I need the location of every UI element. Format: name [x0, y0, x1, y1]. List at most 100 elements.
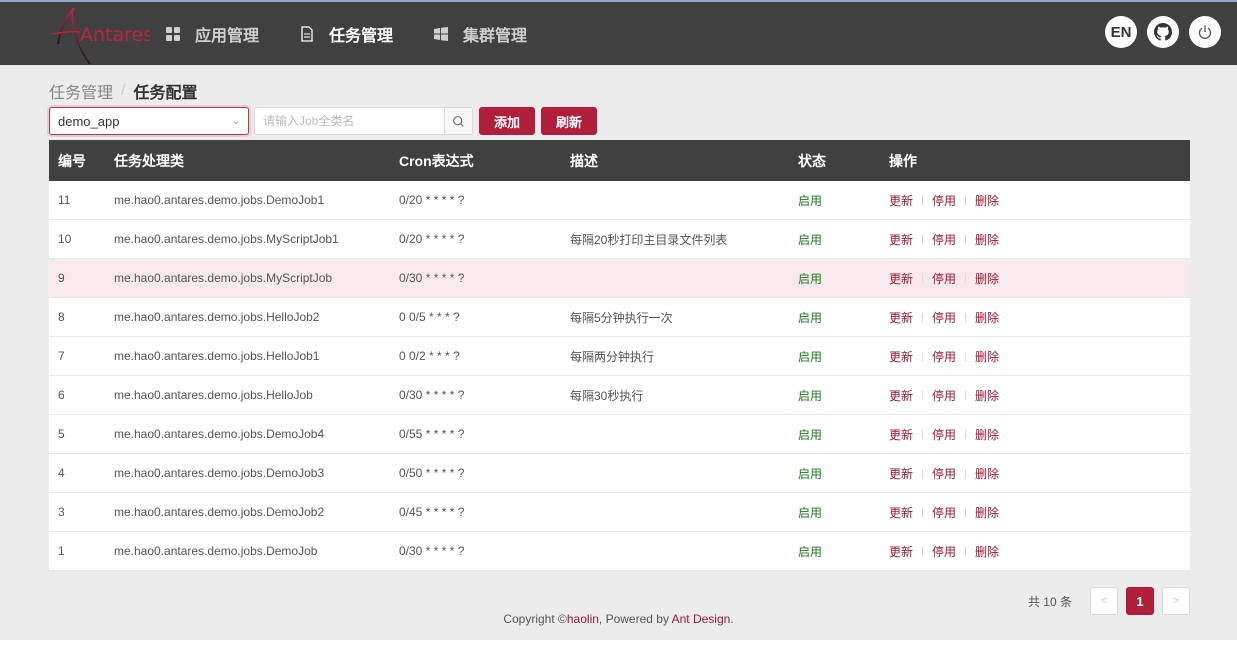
nav-app-management[interactable]: 应用管理	[165, 22, 259, 46]
job-actions: 更新 停用 删除	[889, 543, 1190, 560]
job-actions: 更新 停用 删除	[889, 348, 1190, 365]
delete-link[interactable]: 删除	[975, 348, 999, 365]
job-status: 启用	[798, 193, 823, 208]
job-cron: 0/30 * * * * ?	[399, 271, 465, 285]
table-row[interactable]: 6 me.hao0.antares.demo.jobs.HelloJob 0/30 …	[49, 376, 1190, 415]
job-id: 8	[58, 310, 65, 324]
copyright-text: Copyright ©	[503, 612, 567, 626]
disable-link[interactable]: 停用	[932, 270, 956, 287]
document-icon	[299, 25, 315, 42]
table-row[interactable]: 11 me.hao0.antares.demo.jobs.DemoJob1 0/20…	[49, 181, 1190, 220]
table-row[interactable]: 8 me.hao0.antares.demo.jobs.HelloJob2 0 0/…	[49, 298, 1190, 337]
action-divider	[965, 546, 967, 556]
table-row[interactable]: 3 me.hao0.antares.demo.jobs.DemoJob2 0/45 …	[49, 493, 1190, 532]
breadcrumb-job-management[interactable]: 任务管理	[49, 79, 113, 103]
job-actions: 更新 停用 删除	[889, 504, 1190, 521]
update-link[interactable]: 更新	[889, 192, 913, 209]
top-navbar: Antares 应用管理 任务管理 集群管理 EN	[0, 0, 1237, 65]
disable-link[interactable]: 停用	[932, 309, 956, 326]
windows-icon	[433, 26, 449, 42]
ant-design-link[interactable]: Ant Design	[672, 612, 731, 626]
footer: Copyright ©haolin, Powered by Ant Design…	[0, 612, 1237, 626]
job-description: 每隔20秒打印主目录文件列表	[570, 232, 728, 247]
job-class: me.hao0.antares.demo.jobs.MyScriptJob1	[114, 232, 339, 246]
delete-link[interactable]: 删除	[975, 231, 999, 248]
page-1-button[interactable]: 1	[1126, 587, 1154, 615]
chevron-down-icon: ⌄	[231, 115, 240, 127]
github-button[interactable]	[1147, 16, 1179, 48]
job-cron: 0/20 * * * * ?	[399, 193, 465, 207]
job-search	[254, 107, 473, 135]
app-select[interactable]: demo_app ⌄	[49, 107, 249, 135]
table-row[interactable]: 4 me.hao0.antares.demo.jobs.DemoJob3 0/50 …	[49, 454, 1190, 493]
job-class: me.hao0.antares.demo.jobs.DemoJob1	[114, 193, 325, 207]
action-divider	[922, 429, 924, 439]
action-divider	[922, 273, 924, 283]
logout-button[interactable]	[1189, 16, 1221, 48]
delete-link[interactable]: 删除	[975, 387, 999, 404]
disable-link[interactable]: 停用	[932, 543, 956, 560]
add-button[interactable]: 添加	[479, 107, 536, 135]
disable-link[interactable]: 停用	[932, 504, 956, 521]
action-divider	[965, 312, 967, 322]
update-link[interactable]: 更新	[889, 465, 913, 482]
delete-link[interactable]: 删除	[975, 426, 999, 443]
job-cron: 0/55 * * * * ?	[399, 427, 465, 441]
nav-label: 任务管理	[329, 27, 394, 45]
delete-link[interactable]: 删除	[975, 309, 999, 326]
prev-page-button[interactable]: <	[1090, 587, 1118, 615]
breadcrumb-separator: /	[121, 82, 126, 99]
job-cron: 0/50 * * * * ?	[399, 466, 465, 480]
update-link[interactable]: 更新	[889, 309, 913, 326]
page-bottom	[0, 640, 1237, 651]
author-link[interactable]: haolin	[567, 612, 599, 626]
update-link[interactable]: 更新	[889, 270, 913, 287]
action-divider	[965, 390, 967, 400]
disable-link[interactable]: 停用	[932, 231, 956, 248]
job-class: me.hao0.antares.demo.jobs.HelloJob2	[114, 310, 320, 324]
job-cron: 0/30 * * * * ?	[399, 388, 465, 402]
table-row[interactable]: 9 me.hao0.antares.demo.jobs.MyScriptJob 0/…	[49, 259, 1190, 298]
update-link[interactable]: 更新	[889, 348, 913, 365]
disable-link[interactable]: 停用	[932, 192, 956, 209]
nav-job-management[interactable]: 任务管理	[299, 22, 393, 46]
disable-link[interactable]: 停用	[932, 387, 956, 404]
disable-link[interactable]: 停用	[932, 426, 956, 443]
job-status: 启用	[798, 232, 823, 247]
next-page-button[interactable]: >	[1162, 587, 1190, 615]
job-actions: 更新 停用 删除	[889, 426, 1190, 443]
search-button[interactable]	[444, 108, 472, 134]
job-class: me.hao0.antares.demo.jobs.HelloJob	[114, 388, 313, 402]
job-cron: 0/20 * * * * ?	[399, 232, 465, 246]
table-header: 编号 任务处理类 Cron表达式 描述 状态 操作	[49, 140, 1190, 181]
nav-cluster-management[interactable]: 集群管理	[433, 22, 527, 46]
job-class-search-input[interactable]	[255, 108, 444, 134]
delete-link[interactable]: 删除	[975, 543, 999, 560]
action-divider	[922, 312, 924, 322]
update-link[interactable]: 更新	[889, 426, 913, 443]
update-link[interactable]: 更新	[889, 231, 913, 248]
delete-link[interactable]: 删除	[975, 504, 999, 521]
refresh-button[interactable]: 刷新	[541, 107, 598, 135]
jobs-table: 编号 任务处理类 Cron表达式 描述 状态 操作 11 me.hao0.anta…	[49, 140, 1190, 571]
table-row[interactable]: 10 me.hao0.antares.demo.jobs.MyScriptJob1…	[49, 220, 1190, 259]
update-link[interactable]: 更新	[889, 387, 913, 404]
disable-link[interactable]: 停用	[932, 465, 956, 482]
delete-link[interactable]: 删除	[975, 465, 999, 482]
update-link[interactable]: 更新	[889, 504, 913, 521]
nav-label: 应用管理	[195, 27, 260, 45]
antares-logo[interactable]: Antares	[50, 4, 153, 65]
update-link[interactable]: 更新	[889, 543, 913, 560]
disable-link[interactable]: 停用	[932, 348, 956, 365]
job-status: 启用	[798, 544, 823, 559]
delete-link[interactable]: 删除	[975, 192, 999, 209]
col-id: 编号	[58, 152, 86, 169]
table-row[interactable]: 5 me.hao0.antares.demo.jobs.DemoJob4 0/55 …	[49, 415, 1190, 454]
table-row[interactable]: 7 me.hao0.antares.demo.jobs.HelloJob1 0 0/…	[49, 337, 1190, 376]
job-class: me.hao0.antares.demo.jobs.DemoJob	[114, 544, 318, 558]
language-button[interactable]: EN	[1105, 16, 1137, 48]
delete-link[interactable]: 删除	[975, 270, 999, 287]
table-row[interactable]: 1 me.hao0.antares.demo.jobs.DemoJob 0/30 *…	[49, 532, 1190, 571]
pagination: 共 10 条 < 1 >	[1028, 587, 1190, 615]
action-divider	[922, 546, 924, 556]
